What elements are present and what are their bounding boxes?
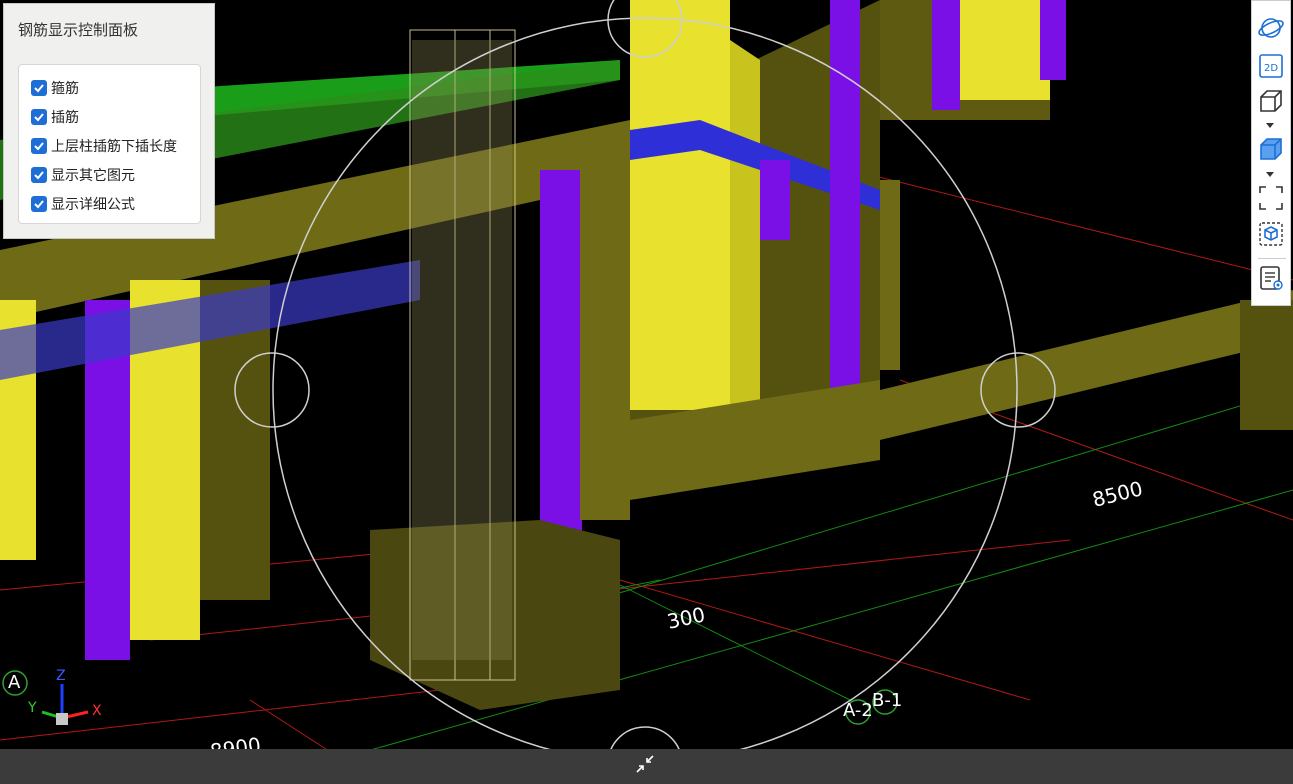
view-2d-label: 2D bbox=[1264, 63, 1278, 74]
grid-label-a: A bbox=[8, 672, 21, 693]
orbit-button[interactable] bbox=[1256, 13, 1286, 43]
section-box-button[interactable] bbox=[1256, 219, 1286, 249]
rebar-display-control-panel: 钢筋显示控制面板 箍筋 插筋 上层柱插筋下插长度 显示其它图元 显示详细公式 bbox=[3, 3, 215, 239]
fullscreen-icon bbox=[1259, 186, 1283, 210]
cube-solid-icon bbox=[1260, 138, 1282, 160]
section-cube-icon bbox=[1259, 222, 1283, 246]
checkbox-upper-column-dowel-length[interactable] bbox=[31, 138, 47, 154]
axis-label-y: Y bbox=[28, 700, 37, 716]
axis-label-z: Z bbox=[56, 668, 66, 684]
option-label: 插筋 bbox=[51, 110, 79, 126]
collapse-arrows-icon[interactable] bbox=[633, 752, 657, 776]
view-2d-icon: 2D bbox=[1259, 54, 1283, 78]
view-3d-wireframe-button[interactable] bbox=[1256, 86, 1286, 116]
view-toolbar: 2D bbox=[1251, 0, 1291, 306]
caret-down-icon[interactable] bbox=[1266, 123, 1274, 128]
cube-outline-icon bbox=[1260, 90, 1282, 112]
panel-title: 钢筋显示控制面板 bbox=[18, 21, 139, 39]
option-label: 箍筋 bbox=[51, 81, 79, 97]
option-upper-column-dowel-length[interactable]: 上层柱插筋下插长度 bbox=[31, 136, 177, 156]
panel-options-box: 箍筋 插筋 上层柱插筋下插长度 显示其它图元 显示详细公式 bbox=[18, 64, 201, 224]
option-show-other-elements[interactable]: 显示其它图元 bbox=[31, 165, 135, 185]
checkbox-stirrup[interactable] bbox=[31, 80, 47, 96]
checkbox-show-detailed-formula[interactable] bbox=[31, 196, 47, 212]
caret-down-icon[interactable] bbox=[1266, 172, 1274, 177]
option-label: 上层柱插筋下插长度 bbox=[51, 139, 177, 155]
grid-label-a2: A-2 bbox=[843, 700, 873, 721]
option-label: 显示详细公式 bbox=[51, 197, 135, 213]
option-dowel[interactable]: 插筋 bbox=[31, 107, 79, 127]
list-view-icon bbox=[1260, 266, 1283, 290]
option-show-detailed-formula[interactable]: 显示详细公式 bbox=[31, 194, 135, 214]
orbit-icon bbox=[1258, 18, 1284, 38]
fit-view-button[interactable] bbox=[1256, 183, 1286, 213]
checkbox-dowel[interactable] bbox=[31, 109, 47, 125]
checkbox-show-other-elements[interactable] bbox=[31, 167, 47, 183]
view-2d-button[interactable]: 2D bbox=[1256, 51, 1286, 81]
grid-label-b1: B-1 bbox=[872, 690, 903, 711]
option-label: 显示其它图元 bbox=[51, 168, 135, 184]
toolbar-divider bbox=[1258, 258, 1286, 259]
view-3d-solid-button[interactable] bbox=[1256, 134, 1286, 164]
display-settings-button[interactable] bbox=[1256, 263, 1286, 293]
axis-label-x: X bbox=[92, 703, 102, 719]
option-stirrup[interactable]: 箍筋 bbox=[31, 78, 79, 98]
